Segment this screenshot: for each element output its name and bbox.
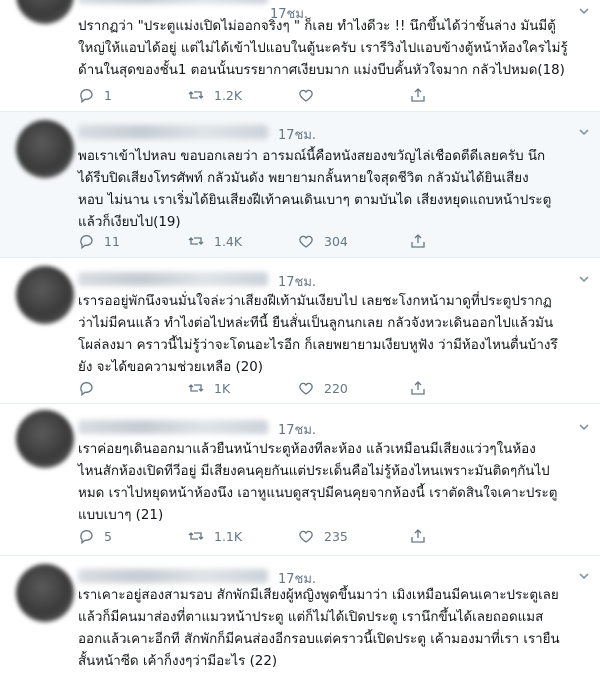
reply-action[interactable]: 11 (78, 233, 124, 249)
like-count: 235 (324, 528, 348, 544)
avatar[interactable] (16, 410, 74, 468)
tweet-22[interactable]: 17ชม. เราเคาะอยู่สองสามรอบ สักพักมีเสียง… (0, 556, 600, 669)
heart-icon (299, 89, 313, 102)
like-action[interactable]: 235 (298, 528, 348, 544)
retweet-action[interactable]: 1.4K (188, 233, 242, 249)
tweet-19[interactable]: 17ชม. พอเราเข้าไปหลบ ขอบอกเลยว่า อารมณ์น… (0, 112, 600, 258)
tweet-text: เราเคาะอยู่สองสามรอบ สักพักมีเสียงผู้หญิ… (78, 588, 560, 669)
author-name-blurred[interactable] (78, 125, 268, 139)
author-name-blurred[interactable] (78, 272, 268, 286)
share-icon (411, 529, 425, 543)
avatar[interactable] (16, 120, 74, 178)
reply-icon (80, 89, 93, 103)
chevron-down-icon[interactable] (578, 421, 590, 433)
heart-icon (299, 530, 313, 543)
heart-icon (299, 235, 313, 248)
retweet-action[interactable]: 1.1K (188, 528, 242, 544)
chevron-down-icon[interactable] (578, 570, 590, 582)
share-action[interactable] (410, 380, 426, 396)
avatar[interactable] (16, 0, 74, 24)
reply-icon (80, 530, 93, 544)
retweet-action[interactable]: 1.2K (188, 87, 242, 103)
tweet-text: พอเราเข้าไปหลบ ขอบอกเลยว่า อารมณ์นี้คือห… (78, 149, 552, 230)
tweet-text: เราค่อยๆเดินออกมาแล้วยืนหน้าประตูห้องทีล… (78, 442, 558, 523)
heart-icon (299, 382, 313, 395)
retweet-count: 1K (214, 380, 231, 396)
like-action[interactable]: 220 (298, 380, 348, 396)
retweet-icon (188, 532, 204, 540)
tweet-21[interactable]: 17ชม. เราค่อยๆเดินออกมาแล้วยืนหน้าประตูห… (0, 404, 600, 556)
avatar[interactable] (16, 564, 74, 622)
avatar[interactable] (16, 266, 74, 324)
share-action[interactable] (410, 233, 426, 249)
share-action[interactable] (410, 528, 426, 544)
tweet-actions: 1 1.2K (78, 87, 518, 107)
tweet-time[interactable]: 17ชม. (278, 124, 316, 145)
reply-icon (80, 382, 93, 396)
tweet-time[interactable]: 17ชม. (278, 419, 316, 440)
retweet-action[interactable]: 1K (188, 380, 234, 396)
retweet-icon (188, 91, 204, 99)
share-action[interactable] (410, 87, 426, 103)
tweet-text: ปรากฏว่า "ประตูแม่งเปิดไม่ออกจริงๆ " ก็เ… (78, 19, 568, 78)
like-action[interactable]: 304 (298, 233, 348, 249)
retweet-count: 1.1K (214, 528, 243, 544)
author-name-blurred[interactable] (78, 420, 268, 434)
author-name-blurred[interactable] (78, 0, 268, 4)
share-icon (411, 88, 425, 102)
retweet-icon (188, 237, 204, 245)
reply-action[interactable] (78, 380, 124, 396)
retweet-icon (188, 384, 204, 392)
chevron-down-icon[interactable] (578, 126, 590, 138)
chevron-down-icon[interactable] (578, 273, 590, 285)
share-icon (411, 381, 425, 395)
reply-count: 11 (104, 233, 120, 249)
reply-count: 1 (104, 87, 112, 103)
like-count: 304 (324, 233, 348, 249)
reply-action[interactable]: 1 (78, 87, 124, 103)
tweet-18[interactable]: 17ชม. ปรากฏว่า "ประตูแม่งเปิดไม่ออกจริงๆ… (0, 0, 600, 112)
tweet-text: เรารออยู่พักนึงจนมั่นใจล่ะว่าเสียงฝีเท้า… (78, 294, 558, 375)
reply-icon (80, 235, 93, 249)
like-count: 220 (324, 380, 348, 396)
like-action[interactable] (298, 87, 344, 103)
tweet-actions: 5 1.1K 235 (78, 528, 518, 548)
retweet-count: 1.2K (214, 87, 243, 103)
share-icon (411, 234, 425, 248)
tweet-time[interactable]: 17ชม. (278, 271, 316, 292)
tweet-actions: 1K 220 (78, 380, 518, 400)
retweet-count: 1.4K (214, 233, 243, 249)
reply-count: 5 (104, 528, 112, 544)
tweet-20[interactable]: 17ชม. เรารออยู่พักนึงจนมั่นใจล่ะว่าเสียง… (0, 258, 600, 404)
reply-action[interactable]: 5 (78, 528, 124, 544)
author-name-blurred[interactable] (78, 569, 268, 583)
tweet-actions: 11 1.4K 304 (78, 233, 518, 253)
